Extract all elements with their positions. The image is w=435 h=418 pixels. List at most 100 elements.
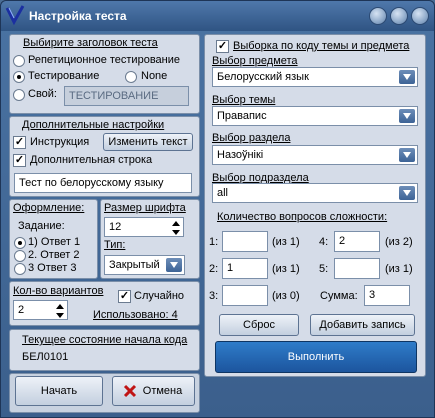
difficulty-3-input[interactable]: [222, 285, 268, 306]
window-title: Настройка теста: [29, 9, 127, 23]
section-select[interactable]: Назоўнікі: [212, 145, 418, 165]
chevron-down-icon[interactable]: [399, 70, 415, 84]
radio-testing[interactable]: [13, 71, 25, 83]
topic-value: Правапис: [217, 110, 267, 122]
difficulty-2-label: 2:: [209, 263, 219, 275]
reset-button[interactable]: Сброс: [219, 314, 299, 336]
right-panel: ✓ Выборка по коду темы и предмета Выбор …: [204, 34, 426, 377]
radio-custom-label: Свой:: [28, 88, 57, 100]
cancel-x-icon: [123, 384, 137, 398]
difficulty-5-input[interactable]: [334, 258, 380, 279]
extra-line-checkbox[interactable]: ✓: [13, 154, 26, 167]
subject-select[interactable]: Белорусский язык: [212, 67, 418, 87]
variants-stepper[interactable]: 2: [13, 300, 68, 320]
difficulty-4-input[interactable]: 2: [334, 231, 380, 252]
topic-label: Выбор темы: [212, 94, 276, 106]
used-count-label: Использовано: 4: [93, 309, 178, 321]
topic-select[interactable]: Правапис: [212, 106, 418, 126]
difficulty-2-total: (из 1): [272, 263, 300, 275]
radio-none-label: None: [141, 70, 168, 82]
random-checkbox[interactable]: ✓: [118, 290, 131, 303]
font-size-label: Размер шрифта: [104, 202, 186, 214]
font-type-select[interactable]: Закрытый: [104, 255, 185, 275]
design-panel: Оформление: Задание: 1) Ответ 1 2. Ответ…: [9, 199, 98, 279]
minimize-button[interactable]: [369, 7, 387, 25]
radio-answer-style-2[interactable]: [14, 250, 26, 262]
variants-label: Кол-во вариантов: [13, 285, 104, 297]
extra-line-input[interactable]: Тест по белорусскому языку: [14, 173, 192, 193]
chevron-down-icon[interactable]: [399, 186, 415, 200]
difficulty-5-label: 5:: [319, 263, 329, 275]
font-size-spin[interactable]: [170, 219, 182, 236]
start-button[interactable]: Начать: [15, 376, 103, 406]
spin-down-icon[interactable]: [54, 311, 66, 319]
code-state-label: Текущее состояние начала кода: [22, 334, 188, 346]
code-state-value: БЕЛ0101: [22, 351, 69, 363]
radio-testing-label: Тестирование: [28, 70, 100, 82]
title-bar: Настройка теста: [1, 1, 434, 31]
header-group-panel: Выбирите заголовок теста Репетиционное т…: [9, 34, 200, 114]
spin-up-icon[interactable]: [170, 219, 182, 228]
difficulty-3-label: 3:: [209, 290, 219, 302]
section-value: Назоўнікі: [217, 149, 264, 161]
custom-header-input[interactable]: ТЕСТИРОВАНИЕ: [64, 86, 189, 106]
chevron-down-icon[interactable]: [399, 148, 415, 162]
subject-value: Белорусский язык: [217, 71, 309, 83]
difficulty-4-label: 4:: [319, 236, 329, 248]
design-label: Оформление:: [13, 202, 85, 214]
font-size-value: 12: [109, 221, 122, 233]
variants-panel: Кол-во вариантов 2 ✓ Случайно Использова…: [9, 281, 200, 326]
sum-value: 3: [364, 285, 410, 306]
difficulty-5-total: (из 1): [385, 263, 413, 275]
run-button[interactable]: Выполнить: [215, 341, 417, 373]
radio-repetition[interactable]: [13, 55, 25, 67]
instruction-label: Инструкция: [30, 136, 90, 148]
difficulty-1-label: 1:: [209, 236, 219, 248]
spin-down-icon[interactable]: [170, 228, 182, 236]
difficulty-label: Количество вопросов сложности:: [217, 211, 388, 223]
radio-answer-style-2-label: 2. Ответ 2: [28, 249, 80, 261]
random-label: Случайно: [134, 290, 185, 302]
difficulty-4-total: (из 2): [385, 236, 413, 248]
task-label: Задание:: [18, 220, 65, 232]
app-logo-icon: [5, 5, 25, 26]
maximize-button[interactable]: [390, 7, 408, 25]
header-group-label: Выбирите заголовок теста: [23, 37, 158, 49]
difficulty-1-input[interactable]: [222, 231, 268, 252]
difficulty-1-total: (из 1): [272, 236, 300, 248]
section-label: Выбор раздела: [212, 132, 291, 144]
chevron-down-icon[interactable]: [399, 109, 415, 123]
subsection-value: all: [217, 187, 229, 199]
dialog-window: Настройка теста Выбирите заголовок теста…: [0, 0, 435, 418]
by-code-checkbox[interactable]: ✓: [216, 40, 229, 53]
radio-answer-style-3[interactable]: [14, 263, 26, 275]
font-size-stepper[interactable]: 12: [104, 217, 184, 237]
sum-label: Сумма:: [320, 290, 358, 302]
difficulty-2-input[interactable]: 1: [222, 258, 268, 279]
radio-custom[interactable]: [13, 89, 25, 101]
radio-answer-style-1[interactable]: [14, 237, 26, 249]
variants-value: 2: [18, 304, 25, 316]
font-type-value: Закрытый: [109, 259, 160, 271]
extra-settings-label: Дополнительные настройки: [22, 119, 165, 131]
code-state-panel: Текущее состояние начала кода БЕЛ0101: [9, 329, 200, 371]
extra-settings-panel: Дополнительные настройки ✓ Инструкция Из…: [9, 116, 200, 197]
variants-spin[interactable]: [54, 302, 66, 319]
subsection-select[interactable]: all: [212, 183, 418, 203]
radio-none[interactable]: [125, 71, 137, 83]
radio-answer-style-3-label: 3 Ответ 3: [28, 262, 77, 274]
spin-up-icon[interactable]: [54, 302, 66, 311]
instruction-checkbox[interactable]: ✓: [13, 136, 26, 149]
difficulty-3-total: (из 0): [272, 290, 300, 302]
close-button[interactable]: [411, 7, 429, 25]
font-panel: Размер шрифта 12 Тип: Закрытый: [100, 199, 200, 279]
subject-label: Выбор предмета: [212, 55, 298, 67]
by-code-label: Выборка по коду темы и предмета: [233, 40, 410, 52]
change-text-button[interactable]: Изменить текст: [103, 133, 193, 151]
cancel-button-label: Отмена: [142, 385, 183, 397]
font-type-label: Тип:: [104, 239, 126, 251]
add-record-button[interactable]: Добавить запись: [310, 314, 415, 336]
extra-line-label: Дополнительная строка: [30, 154, 153, 166]
chevron-down-icon[interactable]: [166, 258, 182, 272]
radio-answer-style-1-label: 1) Ответ 1: [28, 236, 81, 248]
